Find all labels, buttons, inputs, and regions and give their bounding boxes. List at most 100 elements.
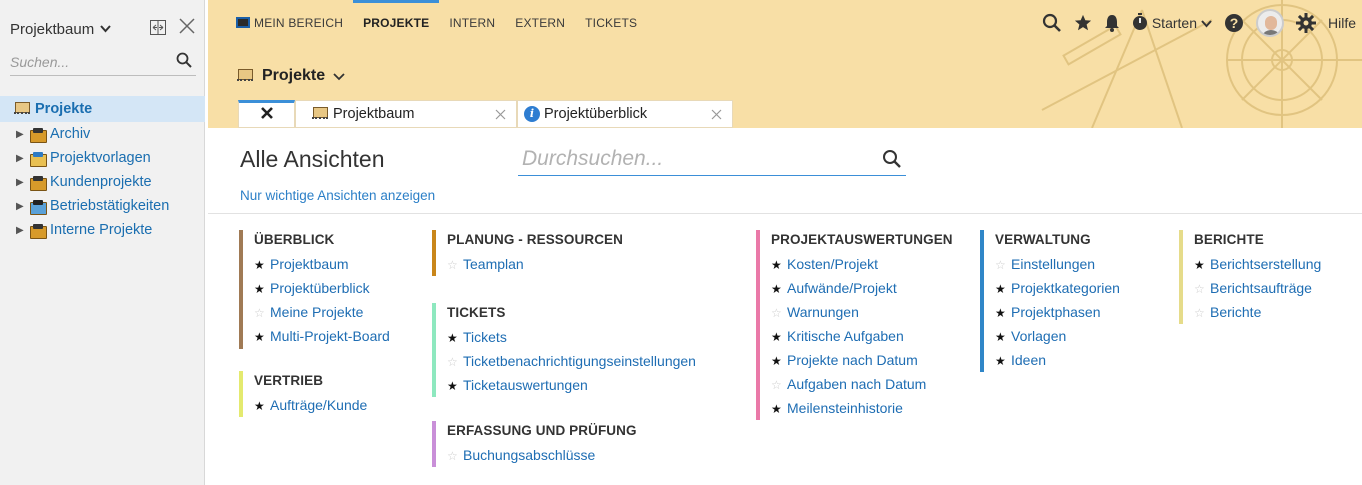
view-link[interactable]: ★ Ticketauswertungen xyxy=(447,373,696,397)
avatar[interactable] xyxy=(1255,9,1284,37)
views-search-input[interactable] xyxy=(518,144,868,174)
tree-item-projektvorlagen[interactable]: ▶ Projektvorlagen xyxy=(0,146,205,170)
view-link[interactable]: ★ Tickets xyxy=(447,325,696,349)
view-link[interactable]: ★ Projektkategorien xyxy=(995,276,1120,300)
help-link[interactable]: Hilfe xyxy=(1328,15,1356,31)
view-link[interactable]: ☆ Berichtsaufträge xyxy=(1194,276,1321,300)
star-filled-icon[interactable]: ★ xyxy=(447,326,463,350)
star-filled-icon[interactable]: ★ xyxy=(254,325,270,349)
view-link-label: Berichtsaufträge xyxy=(1210,280,1312,296)
view-link[interactable]: ★ Kosten/Projekt xyxy=(771,252,953,276)
tree-item-betriebstaetigkeiten[interactable]: ▶ Betriebstätigkeiten xyxy=(0,194,205,218)
star-outline-icon[interactable]: ☆ xyxy=(447,350,463,374)
star-outline-icon[interactable]: ☆ xyxy=(447,444,463,468)
nav-projekte[interactable]: PROJEKTE xyxy=(353,0,440,46)
tree-item-kundenprojekte[interactable]: ▶ Kundenprojekte xyxy=(0,170,205,194)
star-filled-icon[interactable]: ★ xyxy=(771,253,787,277)
view-link[interactable]: ☆ Einstellungen xyxy=(995,252,1120,276)
tab-label: Projektbaum xyxy=(333,106,415,122)
view-link[interactable]: ☆ Warnungen xyxy=(771,300,953,324)
view-link[interactable]: ★ Projekte nach Datum xyxy=(771,348,953,372)
view-link[interactable]: ☆ Meine Projekte xyxy=(254,300,390,324)
close-icon[interactable] xyxy=(178,17,196,39)
star-icon[interactable] xyxy=(1074,14,1092,32)
only-important-views-link[interactable]: Nur wichtige Ansichten anzeigen xyxy=(240,188,435,203)
tree-item-projekte[interactable]: Projekte xyxy=(0,96,205,122)
expand-triangle-icon[interactable]: ▶ xyxy=(16,225,30,236)
nav-extern[interactable]: EXTERN xyxy=(505,0,575,46)
view-link[interactable]: ★ Vorlagen xyxy=(995,324,1120,348)
star-filled-icon[interactable]: ★ xyxy=(995,349,1011,373)
star-outline-icon[interactable]: ☆ xyxy=(254,301,270,325)
close-icon[interactable] xyxy=(260,104,274,126)
tree-item-interne-projekte[interactable]: ▶ Interne Projekte xyxy=(0,218,205,242)
expand-triangle-icon[interactable]: ▶ xyxy=(16,153,30,164)
tree-item-archiv[interactable]: ▶ Archiv xyxy=(0,122,205,146)
split-view-icon[interactable] xyxy=(150,20,166,35)
expand-triangle-icon[interactable]: ▶ xyxy=(16,177,30,188)
search-icon[interactable] xyxy=(1042,13,1062,33)
star-outline-icon[interactable]: ☆ xyxy=(447,253,463,277)
sidebar-search xyxy=(10,50,196,76)
tab-projektbaum[interactable]: Projektbaum xyxy=(295,100,517,128)
nav-tickets[interactable]: TICKETS xyxy=(575,0,647,46)
view-link[interactable]: ☆ Ticketbenachrichtigungseinstellungen xyxy=(447,349,696,373)
star-filled-icon[interactable]: ★ xyxy=(254,394,270,418)
star-filled-icon[interactable]: ★ xyxy=(771,277,787,301)
sidebar-search-input[interactable] xyxy=(10,50,170,74)
star-filled-icon[interactable]: ★ xyxy=(995,301,1011,325)
view-link-label: Berichte xyxy=(1210,304,1262,320)
view-link[interactable]: ★ Projektbaum xyxy=(254,252,390,276)
view-link[interactable]: ★ Kritische Aufgaben xyxy=(771,324,953,348)
view-link[interactable]: ★ Aufträge/Kunde xyxy=(254,393,367,417)
star-outline-icon[interactable]: ☆ xyxy=(1194,301,1210,325)
starten-dropdown[interactable]: Starten xyxy=(1132,12,1212,34)
view-link-label: Warnungen xyxy=(787,304,859,320)
projekte-dropdown[interactable]: Projekte xyxy=(237,67,345,85)
star-filled-icon[interactable]: ★ xyxy=(254,253,270,277)
tab-projektueberblick[interactable]: i Projektüberblick xyxy=(517,100,733,128)
search-icon[interactable] xyxy=(882,149,902,174)
nav-intern[interactable]: INTERN xyxy=(439,0,505,46)
group-title: VERWALTUNG xyxy=(995,232,1091,247)
bell-icon[interactable] xyxy=(1104,14,1120,32)
star-outline-icon[interactable]: ☆ xyxy=(995,253,1011,277)
star-filled-icon[interactable]: ★ xyxy=(254,277,270,301)
view-link[interactable]: ★ Berichtserstellung xyxy=(1194,252,1321,276)
expand-triangle-icon[interactable]: ▶ xyxy=(16,201,30,212)
view-link[interactable]: ★ Projektüberblick xyxy=(254,276,390,300)
nav-mein-bereich[interactable]: MEIN BEREICH xyxy=(208,0,353,46)
view-link[interactable]: ☆ Teamplan xyxy=(447,252,623,276)
view-link[interactable]: ★ Multi-Projekt-Board xyxy=(254,324,390,348)
view-link[interactable]: ☆ Aufgaben nach Datum xyxy=(771,372,953,396)
star-filled-icon[interactable]: ★ xyxy=(447,374,463,398)
expand-triangle-icon[interactable]: ▶ xyxy=(16,129,30,140)
view-link[interactable]: ☆ Berichte xyxy=(1194,300,1321,324)
star-filled-icon[interactable]: ★ xyxy=(771,349,787,373)
star-filled-icon[interactable]: ★ xyxy=(771,397,787,421)
tab-close-icon[interactable] xyxy=(711,107,722,123)
star-outline-icon[interactable]: ☆ xyxy=(771,373,787,397)
sidebar-title-dropdown[interactable]: Projektbaum xyxy=(10,21,111,38)
star-filled-icon[interactable]: ★ xyxy=(1194,253,1210,277)
star-filled-icon[interactable]: ★ xyxy=(995,277,1011,301)
view-link[interactable]: ★ Ideen xyxy=(995,348,1120,372)
group-berichte: BERICHTE ★ Berichtserstellung ☆ Berichtsauft… xyxy=(1179,230,1321,324)
tab-bar: Projektbaum i Projektüberblick xyxy=(238,100,733,128)
gear-icon[interactable] xyxy=(1295,13,1316,33)
star-outline-icon[interactable]: ☆ xyxy=(1194,277,1210,301)
tab-close-icon[interactable] xyxy=(495,107,506,123)
view-link[interactable]: ★ Meilensteinhistorie xyxy=(771,396,953,420)
help-circle-icon[interactable]: ? xyxy=(1224,13,1244,33)
group-color-bar xyxy=(980,230,984,372)
star-outline-icon[interactable]: ☆ xyxy=(771,301,787,325)
star-filled-icon[interactable]: ★ xyxy=(771,325,787,349)
tree-item-label: Interne Projekte xyxy=(50,222,153,238)
folder-icon xyxy=(30,127,47,143)
tab-all-views-close[interactable] xyxy=(238,100,295,128)
view-link[interactable]: ☆ Buchungsabschlüsse xyxy=(447,443,637,467)
view-link[interactable]: ★ Aufwände/Projekt xyxy=(771,276,953,300)
search-icon[interactable] xyxy=(176,52,192,73)
view-link[interactable]: ★ Projektphasen xyxy=(995,300,1120,324)
star-filled-icon[interactable]: ★ xyxy=(995,325,1011,349)
